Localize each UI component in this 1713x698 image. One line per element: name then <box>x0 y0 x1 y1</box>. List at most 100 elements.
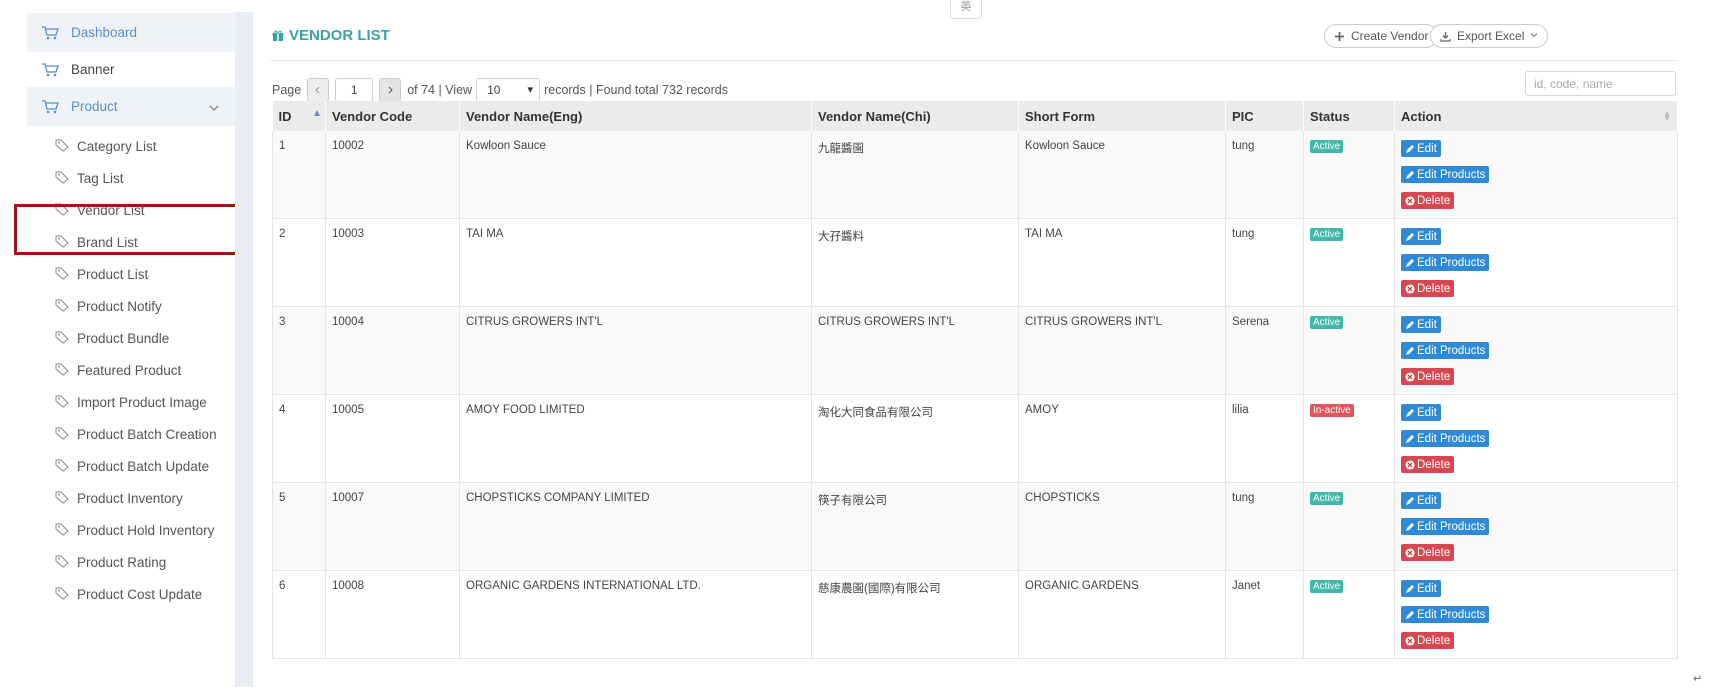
edit-button[interactable]: Edit <box>1401 404 1441 421</box>
column-header-vendor-name-chi[interactable]: Vendor Name(Chi) <box>811 101 1019 131</box>
cell-status: Active <box>1303 306 1395 395</box>
cell-status: Active <box>1303 570 1395 659</box>
column-header-status[interactable]: Status <box>1303 101 1395 131</box>
cell-status: Active <box>1303 218 1395 307</box>
chevron-down-icon <box>1530 31 1538 42</box>
create-vendor-button[interactable]: Create Vendor <box>1324 24 1439 48</box>
cell-pic: tung <box>1225 131 1304 219</box>
edit-button[interactable]: Edit <box>1401 140 1441 157</box>
column-header-vendor-code[interactable]: Vendor Code <box>325 101 460 131</box>
cell-vendor-name-chi: 九龍醬園 <box>811 131 1019 219</box>
column-header-short-form[interactable]: Short Form <box>1018 101 1226 131</box>
edit-products-label: Edit Products <box>1417 520 1486 533</box>
sidebar-item-banner[interactable]: Banner <box>27 50 235 89</box>
sort-asc-icon <box>313 110 320 116</box>
sidebar-item-product-list[interactable]: Product List <box>55 259 148 289</box>
sidebar-item-label: Product Rating <box>77 554 167 570</box>
status-badge: In-active <box>1310 404 1354 417</box>
cell-vendor-name-chi: 淘化大同食品有限公司 <box>811 394 1019 483</box>
sidebar-item-category-list[interactable]: Category List <box>55 131 157 161</box>
delete-label: Delete <box>1417 370 1451 383</box>
sidebar-item-product-rating[interactable]: Product Rating <box>55 547 166 577</box>
edit-products-label: Edit Products <box>1417 256 1486 269</box>
delete-label: Delete <box>1417 458 1451 471</box>
delete-button[interactable]: Delete <box>1401 632 1455 649</box>
edit-label: Edit <box>1417 230 1437 243</box>
table-row: 4 10005 AMOY FOOD LIMITED 淘化大同食品有限公司 AMOY lil… <box>272 394 1678 483</box>
edit-products-button[interactable]: Edit Products <box>1401 166 1490 183</box>
sidebar-item-product-cost-update[interactable]: Product Cost Update <box>55 579 202 609</box>
edit-button[interactable]: Edit <box>1401 492 1441 509</box>
sidebar-item-product-bundle[interactable]: Product Bundle <box>55 323 169 353</box>
sidebar-item-label: Product Hold Inventory <box>77 522 215 538</box>
edit-products-button[interactable]: Edit Products <box>1401 606 1490 623</box>
column-header-id[interactable]: ID <box>272 101 326 131</box>
delete-button[interactable]: Delete <box>1401 368 1455 385</box>
tag-icon <box>55 362 71 378</box>
edit-button[interactable]: Edit <box>1401 228 1441 245</box>
next-page-button[interactable] <box>379 78 402 102</box>
tag-icon <box>55 138 71 154</box>
return-icon: ↵ <box>1693 673 1703 685</box>
edit-products-button[interactable]: Edit Products <box>1401 342 1490 359</box>
cell-status: Active <box>1303 131 1395 219</box>
edit-products-label: Edit Products <box>1417 168 1486 181</box>
main-content: VENDOR LIST Create Vendor Export Excel P… <box>252 0 1713 698</box>
edit-products-button[interactable]: Edit Products <box>1401 254 1490 271</box>
table-row: 3 10004 CITRUS GROWERS INT'L CITRUS GROWERS… <box>272 306 1678 395</box>
sidebar-item-label: Dashboard <box>71 25 138 40</box>
sidebar-item-label: Product Batch Update <box>77 458 210 474</box>
cart-icon <box>41 62 61 78</box>
sidebar-item-label: Category List <box>77 138 157 154</box>
table-row: 2 10003 TAI MA 大孖醬料 TAI MA tung Active Edit Edit… <box>272 218 1678 307</box>
cell-vendor-name-eng: TAI MA <box>459 218 812 307</box>
prev-page-button[interactable] <box>307 78 330 102</box>
tag-icon <box>55 330 71 346</box>
cart-icon <box>41 99 61 115</box>
tag-icon <box>55 394 71 410</box>
column-header-vendor-name-eng[interactable]: Vendor Name(Eng) <box>459 101 812 131</box>
cell-short-form: ORGANIC GARDENS <box>1018 570 1226 659</box>
page-size-select[interactable]: 10 <box>476 78 541 102</box>
cell-id: 4 <box>272 394 326 483</box>
selection-highlight <box>14 204 245 255</box>
delete-label: Delete <box>1417 282 1451 295</box>
sidebar-item-import-product-image[interactable]: Import Product Image <box>55 387 207 417</box>
edit-products-button[interactable]: Edit Products <box>1401 518 1490 535</box>
pencil-icon <box>1405 258 1415 268</box>
sidebar-item-product-hold-inventory[interactable]: Product Hold Inventory <box>55 515 214 545</box>
cell-vendor-code: 10004 <box>325 306 460 395</box>
sidebar-item-product-inventory[interactable]: Product Inventory <box>55 483 183 513</box>
cell-id: 2 <box>272 218 326 307</box>
close-icon <box>1405 284 1415 294</box>
cell-short-form: AMOY <box>1018 394 1226 483</box>
pagination: Page 1 of 74 | View 10 records | Found t… <box>272 77 728 103</box>
cell-id: 6 <box>272 570 326 659</box>
export-excel-button[interactable]: Export Excel <box>1430 24 1549 48</box>
sidebar-item-dashboard[interactable]: Dashboard <box>27 13 235 52</box>
sidebar-item-featured-product[interactable]: Featured Product <box>55 355 181 385</box>
sidebar-item-product-batch-creation[interactable]: Product Batch Creation <box>55 419 217 449</box>
sidebar-item-product-batch-update[interactable]: Product Batch Update <box>55 451 209 481</box>
sidebar-item-tag-list[interactable]: Tag List <box>55 163 124 193</box>
delete-button[interactable]: Delete <box>1401 192 1455 209</box>
cell-vendor-name-chi: 慈康農園(國際)有限公司 <box>811 570 1019 659</box>
cell-action: Edit Edit Products Delete <box>1394 570 1678 659</box>
cell-pic: tung <box>1225 218 1304 307</box>
search-input[interactable] <box>1525 71 1676 96</box>
sidebar-item-product-notify[interactable]: Product Notify <box>55 291 162 321</box>
delete-button[interactable]: Delete <box>1401 544 1455 561</box>
sidebar: Dashboard Banner Product Category List Ta… <box>0 0 252 698</box>
delete-button[interactable]: Delete <box>1401 456 1455 473</box>
page-number-input[interactable]: 1 <box>335 78 374 102</box>
tag-icon <box>55 554 71 570</box>
edit-button[interactable]: Edit <box>1401 316 1441 333</box>
edit-products-button[interactable]: Edit Products <box>1401 430 1490 447</box>
sidebar-item-product[interactable]: Product <box>27 87 235 126</box>
column-header-action[interactable]: Action ▲ ▼ <box>1394 101 1678 131</box>
edit-button[interactable]: Edit <box>1401 580 1441 597</box>
delete-button[interactable]: Delete <box>1401 280 1455 297</box>
edit-label: Edit <box>1417 494 1437 507</box>
chevron-right-icon <box>388 86 393 94</box>
column-header-pic[interactable]: PIC <box>1225 101 1304 131</box>
